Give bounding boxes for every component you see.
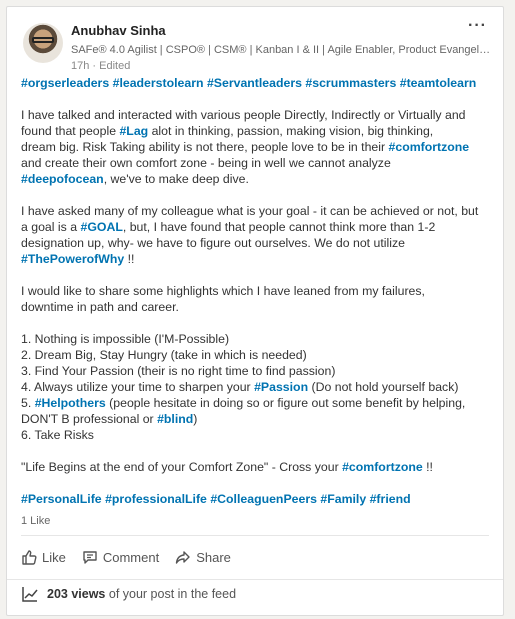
share-button[interactable]: Share bbox=[175, 545, 231, 569]
divider bbox=[7, 579, 503, 580]
hashtag-link[interactable]: #scrummasters bbox=[305, 76, 396, 90]
list-item: 4. Always utilize your time to sharpen y… bbox=[21, 379, 499, 395]
hashtag-link[interactable]: #Servantleaders bbox=[207, 76, 302, 90]
text-fragment: ) bbox=[193, 412, 198, 426]
quote-line: "Life Begins at the end of your Comfort … bbox=[21, 459, 499, 475]
text-line: #ThePowerofWhy !! bbox=[21, 251, 499, 267]
text-fragment: "Life Begins at the end of your Comfort … bbox=[21, 460, 343, 474]
list-item: 5. #Helpothers (people hesitate in doing… bbox=[21, 395, 499, 411]
post-meta: 17h · Edited bbox=[71, 60, 131, 72]
paragraph-1: I have talked and interacted with variou… bbox=[21, 107, 499, 187]
text-fragment: a goal is a bbox=[21, 220, 81, 234]
text-fragment: found that people bbox=[21, 124, 120, 138]
text-line: I would like to share some highlights wh… bbox=[21, 284, 425, 298]
text-line: #deepofocean, we've to make deep dive. bbox=[21, 171, 499, 187]
post-card: Anubhav Sinha SAFe® 4.0 Agilist | CSPO® … bbox=[6, 6, 504, 616]
thumbs-up-icon bbox=[22, 550, 37, 565]
hashtag-link[interactable]: #comfortzone bbox=[389, 140, 470, 154]
more-options-button[interactable]: ··· bbox=[468, 17, 487, 35]
trend-chart-icon bbox=[22, 587, 38, 602]
text-fragment: , but, I have found that people cannot t… bbox=[122, 220, 436, 234]
comment-label: Comment bbox=[102, 549, 160, 565]
hashtag-link[interactable]: #friend bbox=[370, 492, 411, 506]
post-views[interactable]: 203 views of your post in the feed bbox=[21, 585, 236, 603]
hashtag-link[interactable]: #comfortzone bbox=[342, 460, 423, 474]
text-line: downtime in path and career. bbox=[21, 300, 179, 314]
text-line: and create their own comfort zone - bein… bbox=[21, 156, 391, 170]
text-fragment: 4. Always utilize your time to sharpen y… bbox=[21, 380, 255, 394]
text-fragment: !! bbox=[422, 460, 433, 474]
text-line: designation up, why- we have to figure o… bbox=[21, 236, 405, 250]
comment-icon bbox=[83, 551, 97, 564]
author-headline: SAFe® 4.0 Agilist | CSPO® | CSM® | Kanba… bbox=[71, 44, 491, 56]
hashtag-link[interactable]: #Passion bbox=[254, 380, 308, 394]
text-line: dream big. Risk Taking ability is not th… bbox=[21, 139, 499, 155]
paragraph-2: I have asked many of my colleague what i… bbox=[21, 203, 499, 267]
text-line: found that people #Lag alot in thinking,… bbox=[21, 123, 499, 139]
hashtag-link[interactable]: #leaderstolearn bbox=[113, 76, 204, 90]
social-actions: Like Comment Share bbox=[21, 545, 231, 569]
hashtags-top: #orgserleaders #leaderstolearn #Servantl… bbox=[21, 75, 499, 91]
text-fragment: (Do not hold yourself back) bbox=[308, 380, 459, 394]
hashtag-link[interactable]: #teamtolearn bbox=[400, 76, 477, 90]
hashtag-link[interactable]: #ColleaguenPeers bbox=[210, 492, 317, 506]
list-item: 3. Find Your Passion (their is no right … bbox=[21, 364, 336, 378]
list-item: 6. Take Risks bbox=[21, 428, 94, 442]
highlights-list: 1. Nothing is impossible (I'M-Possible) … bbox=[21, 331, 499, 443]
list-item: 2. Dream Big, Stay Hungry (take in which… bbox=[21, 348, 307, 362]
hashtag-link[interactable]: #deepofocean bbox=[21, 172, 104, 186]
views-text: 203 views of your post in the feed bbox=[47, 587, 236, 601]
hashtag-link[interactable]: #blind bbox=[157, 412, 193, 426]
author-name[interactable]: Anubhav Sinha bbox=[71, 23, 166, 38]
text-fragment: DON'T B professional or bbox=[21, 412, 158, 426]
hashtag-link[interactable]: #Lag bbox=[119, 124, 148, 138]
hashtag-link[interactable]: #orgserleaders bbox=[21, 76, 109, 90]
hashtag-link[interactable]: #PersonalLife bbox=[21, 492, 102, 506]
like-button[interactable]: Like bbox=[21, 545, 66, 569]
share-label: Share bbox=[196, 549, 231, 565]
hashtag-link[interactable]: #GOAL bbox=[80, 220, 122, 234]
text-line: a goal is a #GOAL, but, I have found tha… bbox=[21, 219, 499, 235]
text-fragment: alot in thinking, passion, making vision… bbox=[148, 124, 434, 138]
hashtag-link[interactable]: #Family bbox=[320, 492, 366, 506]
list-item: 1. Nothing is impossible (I'M-Possible) bbox=[21, 332, 230, 346]
text-fragment: !! bbox=[124, 252, 135, 266]
text-line: I have asked many of my colleague what i… bbox=[21, 204, 479, 218]
avatar-glasses bbox=[32, 37, 54, 43]
views-suffix: of your post in the feed bbox=[105, 587, 237, 601]
text-fragment: dream big. Risk Taking ability is not th… bbox=[21, 140, 389, 154]
share-icon bbox=[176, 551, 190, 564]
likes-count[interactable]: 1 Like bbox=[21, 515, 50, 527]
text-line: I have talked and interacted with variou… bbox=[21, 108, 466, 122]
divider bbox=[21, 535, 489, 536]
avatar[interactable] bbox=[23, 23, 63, 63]
text-line: "Life Begins at the end of your Comfort … bbox=[21, 459, 499, 475]
text-fragment: , we've to make deep dive. bbox=[103, 172, 249, 186]
hashtags-bottom: #PersonalLife #professionalLife #Colleag… bbox=[21, 491, 499, 507]
post-header: Anubhav Sinha SAFe® 4.0 Agilist | CSPO® … bbox=[23, 17, 493, 73]
text-fragment: 5. bbox=[21, 396, 35, 410]
list-item: DON'T B professional or #blind) bbox=[21, 411, 499, 427]
paragraph-3: I would like to share some highlights wh… bbox=[21, 283, 499, 315]
views-count: 203 views bbox=[47, 587, 106, 601]
hashtag-link[interactable]: #ThePowerofWhy bbox=[21, 252, 124, 266]
post-body: #orgserleaders #leaderstolearn #Servantl… bbox=[21, 75, 499, 523]
like-label: Like bbox=[42, 549, 66, 565]
hashtag-link[interactable]: #Helpothers bbox=[35, 396, 106, 410]
hashtag-link[interactable]: #professionalLife bbox=[105, 492, 207, 506]
comment-button[interactable]: Comment bbox=[82, 545, 159, 569]
text-fragment: (people hesitate in doing so or figure o… bbox=[105, 396, 466, 410]
